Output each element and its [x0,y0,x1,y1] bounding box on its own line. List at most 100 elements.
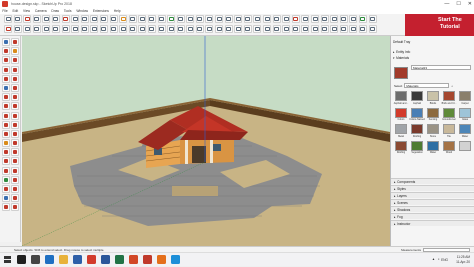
chrome-icon[interactable] [86,255,96,264]
push-pull-tool-icon[interactable] [11,83,20,92]
right-view-icon[interactable] [205,15,214,23]
arc-icon[interactable] [2,74,10,83]
next-view-icon[interactable] [224,25,233,33]
field-of-view-icon[interactable] [243,25,252,33]
material-thumbnail[interactable]: Colors-Named [409,107,425,121]
material-thumbnail[interactable]: Roofing [394,140,408,154]
position-camera-tool-icon[interactable] [11,175,20,184]
material-thumbnail[interactable]: Groundcover [442,107,456,121]
material-thumbnail[interactable]: Metal [394,124,408,138]
axes-icon[interactable] [167,25,176,33]
get-models-icon[interactable] [368,25,377,33]
maximize-button[interactable]: ☐ [456,1,460,7]
rotated-rectangle-icon[interactable] [11,56,20,65]
sandbox-tool-icon[interactable] [2,185,10,193]
monochrome-icon[interactable] [282,15,291,23]
model-info-2-icon[interactable] [339,25,348,33]
material-thumbnail[interactable]: Brick and Cl... [442,91,456,105]
tray-panel-styles[interactable]: ▸ Styles [391,185,474,191]
tray-panel-instructor[interactable]: ▸ Instructor [391,220,474,226]
zoom-window-tool-icon[interactable] [2,157,10,166]
scale-icon[interactable] [2,102,10,111]
flip-edge-icon[interactable] [71,25,80,33]
materials-header[interactable]: ▾ Materials [393,55,473,60]
rotate-tool-icon[interactable] [71,15,80,23]
dimension-icon[interactable] [147,25,156,33]
zoom-extents-icon[interactable] [157,15,166,23]
textured-icon[interactable] [272,15,281,23]
tape-icon[interactable] [2,111,10,120]
rectangle-tool-icon[interactable] [42,15,51,23]
open-file-icon[interactable] [263,25,272,33]
extension-icon[interactable] [349,15,358,23]
freehand-icon[interactable] [11,47,20,56]
menu-file[interactable]: File [0,9,10,13]
zoom-window-icon[interactable] [234,25,243,33]
eraser-icon[interactable] [11,38,20,46]
orbit-tool-icon[interactable] [128,15,137,23]
tape-measure-icon[interactable] [99,15,108,23]
solid-split-icon[interactable] [109,25,118,33]
cut-icon[interactable] [282,25,291,33]
material-thumbnail[interactable]: Wood [442,140,456,154]
tray-panel-fog[interactable]: ▸ Fog [391,213,474,219]
media-player-icon[interactable] [156,255,166,264]
axes-tool-icon[interactable] [2,129,10,138]
sketchup-icon[interactable] [142,255,152,264]
solid-trim-icon[interactable] [99,25,108,33]
minimize-button[interactable]: — [444,1,449,7]
material-thumbnail[interactable]: Vegetation [410,140,424,154]
material-thumbnail[interactable]: Tile [442,124,456,138]
zoom-icon[interactable] [11,148,20,157]
zoom-extents-tool-icon[interactable] [11,157,20,166]
save-icon[interactable] [272,25,281,33]
search-app-icon[interactable] [16,255,26,264]
rotate-icon[interactable] [2,93,10,102]
copy-icon[interactable] [291,25,300,33]
solid-subtract-icon[interactable] [90,25,99,33]
from-scratch-tool-icon[interactable] [11,185,20,193]
from-scratch-icon[interactable] [23,25,32,33]
paint-icon[interactable] [2,139,10,148]
follow-me-icon[interactable] [138,25,147,33]
menu-draw[interactable]: Draw [49,9,61,13]
material-thumbnail[interactable]: Water [426,140,440,154]
smoove-icon[interactable] [32,25,41,33]
move-icon[interactable] [2,83,10,92]
model-info-icon[interactable] [368,15,377,23]
follow-me-tool-icon[interactable] [11,93,20,102]
offset-icon[interactable] [11,102,20,111]
menu-camera[interactable]: Camera [32,9,49,13]
top-view-icon[interactable] [186,15,195,23]
ruby-console-icon[interactable] [339,15,348,23]
menu-view[interactable]: View [21,9,33,13]
add-detail-icon[interactable] [61,25,70,33]
paint-bucket-icon[interactable] [119,15,128,23]
dimensions-icon[interactable] [11,111,20,120]
text-label-icon[interactable] [11,120,20,129]
line-tool-icon[interactable] [23,15,32,23]
zoom-tool-icon[interactable] [147,15,156,23]
solid-union-icon[interactable] [80,25,89,33]
back-view-icon[interactable] [215,15,224,23]
warehouse-tool-icon[interactable] [2,194,10,203]
menu-tools[interactable]: Tools [61,9,73,13]
walk-icon[interactable] [186,25,195,33]
material-thumbnail[interactable]: Asphalt and... [394,91,408,105]
close-button[interactable]: ✕ [468,1,472,7]
edge-icon[interactable] [44,255,54,264]
material-thumbnail[interactable]: Stone [426,124,440,138]
menu-edit[interactable]: Edit [10,9,20,13]
new-file-icon[interactable] [253,25,262,33]
xray-icon[interactable] [234,15,243,23]
warehouse-icon[interactable] [167,15,176,23]
three-d-text-icon[interactable] [176,25,185,33]
shaded-icon[interactable] [263,15,272,23]
menu-help[interactable]: Help [111,9,123,13]
section-plane-icon[interactable] [291,15,300,23]
hidden-line-icon[interactable] [253,15,262,23]
text-tool-icon[interactable] [109,15,118,23]
file-explorer-icon[interactable] [58,255,68,264]
material-thumbnail[interactable]: Blinds [426,91,440,105]
from-contours-icon[interactable] [13,25,22,33]
